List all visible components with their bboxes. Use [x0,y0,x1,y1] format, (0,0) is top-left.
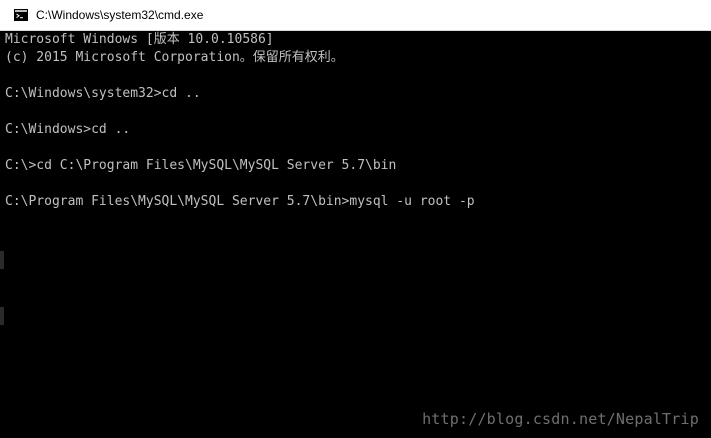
watermark: http://blog.csdn.net/NepalTrip [422,410,699,428]
console-line: C:\Windows>cd .. [5,122,131,137]
console-line: C:\Program Files\MySQL\MySQL Server 5.7\… [5,194,475,209]
background-fragment [0,251,4,269]
console-output[interactable]: Microsoft Windows [版本 10.0.10586] (c) 20… [0,31,711,438]
console-line: C:\Windows\system32>cd .. [5,86,201,101]
cmd-window: C:\Windows\system32\cmd.exe Microsoft Wi… [0,0,711,438]
console-line: (c) 2015 Microsoft Corporation。保留所有权利。 [5,50,344,65]
console-line: Microsoft Windows [版本 10.0.10586] [5,32,274,47]
window-title: C:\Windows\system32\cmd.exe [36,8,204,22]
console-icon [14,9,28,21]
background-fragment [0,307,4,325]
console-line: C:\>cd C:\Program Files\MySQL\MySQL Serv… [5,158,397,173]
title-bar[interactable]: C:\Windows\system32\cmd.exe [0,0,711,31]
